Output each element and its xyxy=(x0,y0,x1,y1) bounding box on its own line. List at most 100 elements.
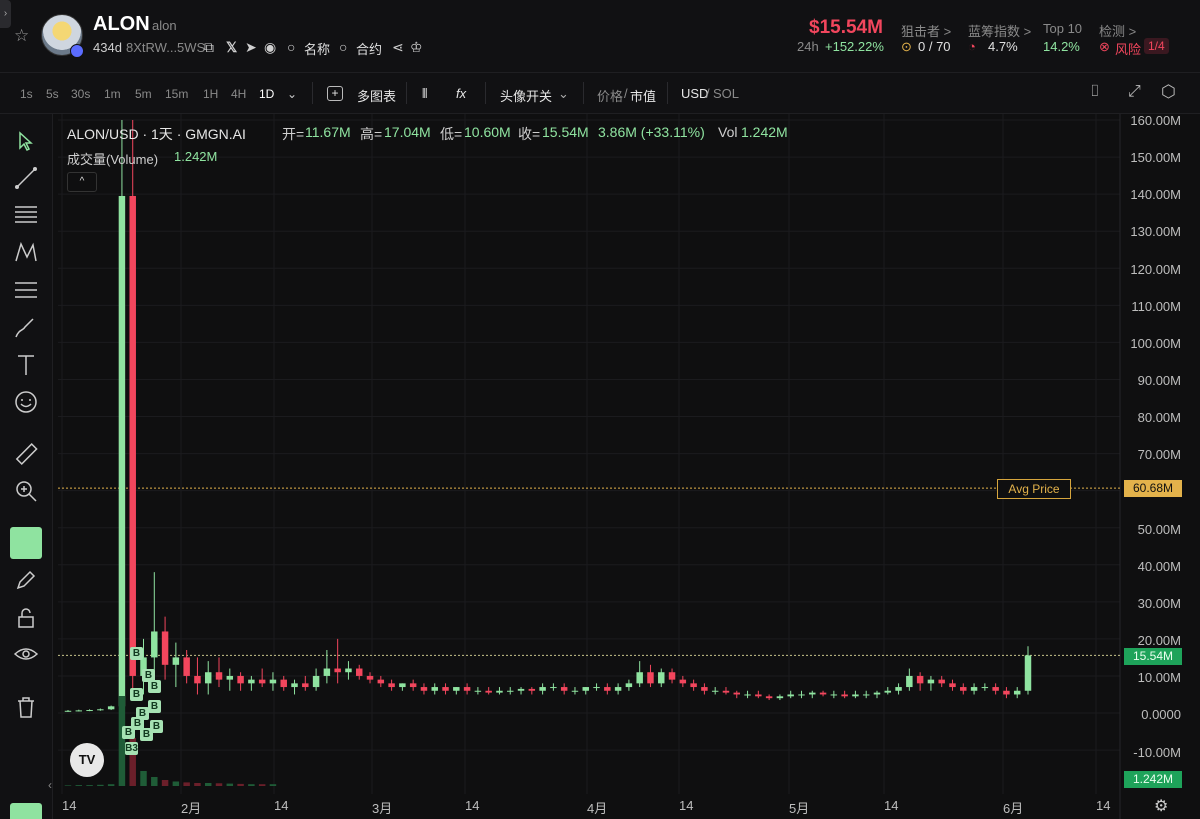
candle-body xyxy=(852,694,859,697)
x-tick-label: 14 xyxy=(884,798,899,813)
pattern-icon[interactable] xyxy=(13,239,39,265)
crown-icon[interactable]: ♔ xyxy=(410,39,423,56)
candle-body xyxy=(269,679,277,684)
candle-body xyxy=(819,692,827,695)
eye-icon[interactable] xyxy=(13,641,39,667)
candle-body xyxy=(1024,655,1032,691)
emoji-icon[interactable] xyxy=(13,389,39,415)
candle-body xyxy=(895,687,902,691)
candle-body xyxy=(129,195,136,676)
candle-body xyxy=(636,672,643,684)
candle-body xyxy=(442,687,449,691)
candle-body xyxy=(550,687,557,689)
price-toggle[interactable]: 价格 xyxy=(597,86,623,105)
search-icon[interactable]: ○ xyxy=(339,39,347,55)
x-twitter-icon[interactable]: 𝕏 xyxy=(226,39,237,56)
buy-marker[interactable]: B xyxy=(148,700,161,713)
timeframe-5m[interactable]: 5m xyxy=(135,87,152,101)
y-tick-label: 130.00M xyxy=(1130,224,1181,240)
divider xyxy=(312,82,313,104)
toggle-slash: / xyxy=(706,86,710,101)
candle-body xyxy=(625,683,633,688)
last-price-value: 15.54M xyxy=(1124,648,1182,665)
candle-body xyxy=(765,696,773,699)
ruler-icon[interactable] xyxy=(13,441,39,467)
timeframe-15m[interactable]: 15m xyxy=(165,87,188,101)
zoom-in-icon[interactable] xyxy=(13,478,39,504)
volume-bar xyxy=(64,785,72,786)
candle-body xyxy=(194,675,201,684)
x-tick-label: 2月 xyxy=(181,801,202,816)
token-address[interactable]: 8XtRW...5WS xyxy=(126,40,205,55)
divider xyxy=(583,82,584,104)
divider xyxy=(406,82,407,104)
timeframe-1m[interactable]: 1m xyxy=(104,87,121,101)
trend-line-icon[interactable] xyxy=(13,165,39,191)
candle-body xyxy=(744,694,751,696)
chevron-down-icon[interactable]: ⌄ xyxy=(287,87,297,101)
expand-panel-icon[interactable]: › xyxy=(0,0,11,28)
horizontal-lines-icon[interactable] xyxy=(13,201,39,227)
add-chart-icon[interactable]: + xyxy=(327,86,343,101)
tradingview-logo[interactable]: TV xyxy=(70,743,104,777)
candle-body xyxy=(981,687,989,689)
fib-icon[interactable] xyxy=(13,277,39,303)
trash-icon[interactable] xyxy=(13,694,39,720)
lock-icon[interactable] xyxy=(13,605,39,631)
share-icon[interactable]: ⋖ xyxy=(392,39,404,56)
magnet-toggle-button[interactable] xyxy=(10,527,42,559)
candle-body xyxy=(118,195,126,707)
fullscreen-icon[interactable]: ⤢ xyxy=(1128,83,1141,101)
candle-body xyxy=(507,690,514,692)
settings-icon[interactable]: ⬡ xyxy=(1161,82,1176,102)
multi-chart-button[interactable]: 多图表 xyxy=(357,86,396,105)
timeframe-5s[interactable]: 5s xyxy=(46,87,59,101)
timeframe-30s[interactable]: 30s xyxy=(71,87,90,101)
brush-icon[interactable] xyxy=(13,315,39,341)
website-icon[interactable]: ◉ xyxy=(264,39,276,56)
candles-icon[interactable]: ⫴ xyxy=(422,86,427,102)
scroll-left-icon[interactable]: ‹ xyxy=(48,778,52,792)
axis-settings-icon[interactable]: ⚙ xyxy=(1154,796,1168,816)
x-tick-label: 14 xyxy=(465,798,480,813)
star-icon[interactable]: ☆ xyxy=(14,26,29,46)
buy-marker[interactable]: B xyxy=(130,647,143,660)
buy-marker[interactable]: B xyxy=(122,726,135,739)
candle-body xyxy=(496,690,503,693)
snipers-title[interactable]: 狙击者 > xyxy=(901,21,951,40)
sidebar-toggle-button[interactable] xyxy=(10,803,42,819)
candle-body xyxy=(237,675,244,684)
timeframe-1s[interactable]: 1s xyxy=(20,87,33,101)
buy-marker[interactable]: B3 xyxy=(125,742,138,755)
chevron-down-icon[interactable]: ⌄ xyxy=(558,86,569,102)
telegram-icon[interactable]: ➤ xyxy=(245,39,257,56)
top10-value: 14.2% xyxy=(1043,39,1080,54)
mcap-toggle[interactable]: 市值 xyxy=(630,86,656,105)
collapse-legend-button[interactable]: ^ xyxy=(67,172,97,192)
timeframe-1d[interactable]: 1D xyxy=(259,87,274,101)
usd-toggle[interactable]: USD xyxy=(681,86,708,101)
timeframe-4h[interactable]: 4H xyxy=(231,87,246,101)
copy-icon[interactable]: ⧉ xyxy=(204,39,214,56)
text-tool-icon[interactable] xyxy=(13,352,39,378)
buy-marker[interactable]: B xyxy=(148,680,161,693)
pencil-lock-icon[interactable] xyxy=(13,567,39,593)
search-icon[interactable]: ○ xyxy=(287,39,295,55)
avatar-toggle-button[interactable]: 头像开关 xyxy=(500,86,552,105)
check-title[interactable]: 检测 > xyxy=(1099,21,1136,40)
avg-price-label: Avg Price xyxy=(997,479,1071,499)
bluechip-title[interactable]: 蓝筹指数 > xyxy=(968,21,1031,40)
price-chart[interactable] xyxy=(58,114,1200,819)
x-tick-label: 3月 xyxy=(372,801,393,816)
buy-marker[interactable]: B xyxy=(140,728,153,741)
buy-marker[interactable]: B xyxy=(130,688,143,701)
contract-search-link[interactable]: 合约 xyxy=(356,39,382,58)
indicators-icon[interactable]: fx xyxy=(456,86,466,101)
sol-toggle[interactable]: SOL xyxy=(713,86,739,101)
volume-bar xyxy=(215,783,223,786)
name-search-link[interactable]: 名称 xyxy=(304,39,330,58)
cursor-icon[interactable] xyxy=(13,128,39,154)
candle-body xyxy=(658,672,665,684)
camera-icon[interactable]: ⌷ xyxy=(1090,83,1100,101)
timeframe-1h[interactable]: 1H xyxy=(203,87,218,101)
